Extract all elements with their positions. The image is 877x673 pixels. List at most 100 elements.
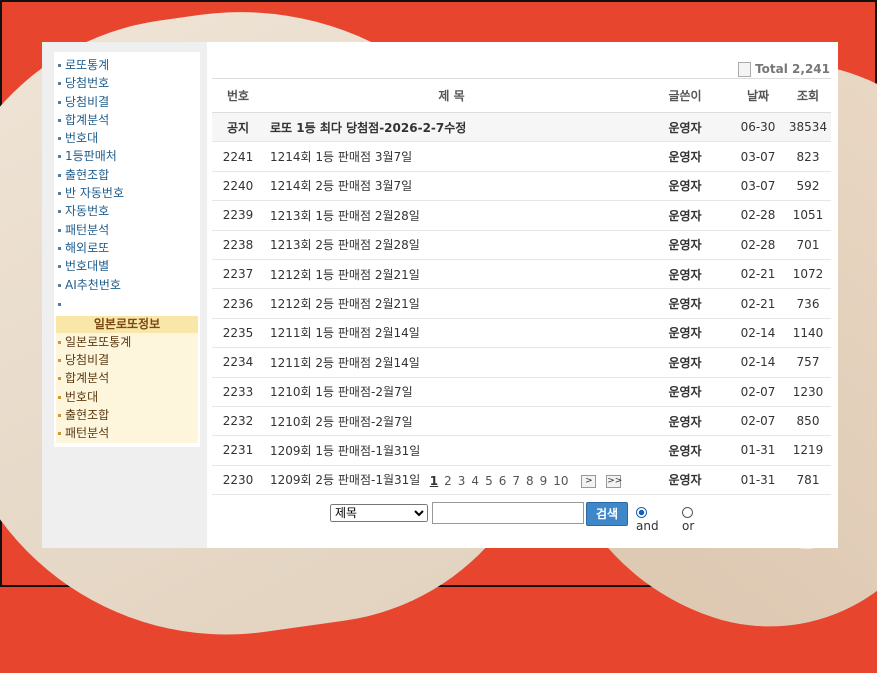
notice-date: 06-30 bbox=[731, 112, 785, 143]
sidebar-item[interactable]: 당첨비결 bbox=[54, 93, 200, 111]
row-date: 02-28 bbox=[731, 200, 785, 231]
row-views: 823 bbox=[785, 141, 831, 172]
japan-sidebar-item[interactable]: 합계분석 bbox=[56, 369, 198, 388]
bullet-icon bbox=[58, 246, 61, 250]
row-title-link[interactable]: 1212회 1등 판매점 2월21일 bbox=[264, 259, 639, 290]
page-link[interactable]: 3 bbox=[458, 474, 466, 488]
notice-title-link[interactable]: 로또 1등 최다 당첨점-2026-2-7수정 bbox=[264, 112, 639, 143]
board-table: 번호 제 목 글쓴이 날짜 조회 공지 로또 1등 최다 당첨점-2026-2-… bbox=[212, 78, 831, 496]
row-author: 운영자 bbox=[639, 171, 731, 202]
row-num: 2234 bbox=[212, 347, 264, 378]
page-link[interactable]: 6 bbox=[499, 474, 507, 488]
notice-author: 운영자 bbox=[639, 112, 731, 143]
japan-lotto-header: 일본로또정보 bbox=[56, 315, 198, 333]
row-title-link[interactable]: 1211회 2등 판매점 2월14일 bbox=[264, 347, 639, 378]
page-link[interactable]: 10 bbox=[553, 474, 568, 488]
page-link[interactable]: 9 bbox=[540, 474, 548, 488]
header-title: 제 목 bbox=[264, 78, 639, 113]
row-date: 02-28 bbox=[731, 230, 785, 260]
radio-or[interactable]: or bbox=[682, 505, 696, 533]
row-title-link[interactable]: 1209회 1등 판매점-1월31일 bbox=[264, 435, 639, 466]
sidebar-item[interactable]: 패턴분석 bbox=[54, 221, 200, 239]
last-page-button[interactable]: >> bbox=[606, 475, 622, 488]
bullet-icon bbox=[58, 118, 61, 122]
search-button[interactable]: 검색 bbox=[586, 502, 628, 526]
table-row[interactable]: 2232 1210회 2등 판매점-2월7일 운영자 02-07 850 bbox=[212, 406, 831, 437]
row-title-link[interactable]: 1210회 2등 판매점-2월7일 bbox=[264, 406, 639, 437]
page-link[interactable]: 1 bbox=[430, 474, 438, 488]
search-input[interactable] bbox=[432, 502, 584, 524]
bullet-icon bbox=[58, 414, 61, 418]
page-link[interactable]: 2 bbox=[444, 474, 452, 488]
bullet-icon bbox=[58, 82, 61, 86]
table-row[interactable]: 2240 1214회 2등 판매점 3월7일 운영자 03-07 592 bbox=[212, 171, 831, 202]
sidebar-item[interactable]: 번호대별 bbox=[54, 257, 200, 275]
japan-sidebar-item[interactable]: 출현조합 bbox=[56, 406, 198, 425]
japan-sidebar-item[interactable]: 패턴분석 bbox=[56, 424, 198, 443]
header-views: 조회 bbox=[785, 78, 831, 113]
table-row[interactable]: 2239 1213회 1등 판매점 2월28일 운영자 02-28 1051 bbox=[212, 200, 831, 231]
next-page-button[interactable]: > bbox=[581, 475, 597, 488]
table-row[interactable]: 2237 1212회 1등 판매점 2월21일 운영자 02-21 1072 bbox=[212, 259, 831, 290]
table-row[interactable]: 2234 1211회 2등 판매점 2월14일 운영자 02-14 757 bbox=[212, 347, 831, 378]
row-title-link[interactable]: 1214회 1등 판매점 3월7일 bbox=[264, 141, 639, 172]
row-views: 1051 bbox=[785, 200, 831, 231]
sidebar-item[interactable]: 자동번호 bbox=[54, 202, 200, 220]
row-title-link[interactable]: 1210회 1등 판매점-2월7일 bbox=[264, 377, 639, 407]
row-num: 2232 bbox=[212, 406, 264, 437]
table-row[interactable]: 2235 1211회 1등 판매점 2월14일 운영자 02-14 1140 bbox=[212, 318, 831, 349]
row-views: 592 bbox=[785, 171, 831, 202]
row-num: 2238 bbox=[212, 230, 264, 260]
page-link[interactable]: 7 bbox=[512, 474, 520, 488]
sidebar-item[interactable]: 로또통계 bbox=[54, 56, 200, 74]
table-row[interactable]: 2238 1213회 2등 판매점 2월28일 운영자 02-28 701 bbox=[212, 230, 831, 260]
row-views: 1230 bbox=[785, 377, 831, 407]
bullet-icon bbox=[58, 64, 61, 67]
table-row[interactable]: 2231 1209회 1등 판매점-1월31일 운영자 01-31 1219 bbox=[212, 435, 831, 466]
row-author: 운영자 bbox=[639, 141, 731, 172]
bullet-icon bbox=[58, 210, 61, 214]
bullet-icon bbox=[58, 155, 61, 159]
header-date: 날짜 bbox=[731, 78, 785, 113]
row-num: 2240 bbox=[212, 171, 264, 202]
row-title-link[interactable]: 1213회 1등 판매점 2월28일 bbox=[264, 200, 639, 231]
row-title-link[interactable]: 1211회 1등 판매점 2월14일 bbox=[264, 318, 639, 349]
japan-sidebar-item[interactable]: 일본로또통계 bbox=[56, 332, 198, 352]
row-title-link[interactable]: 1214회 2등 판매점 3월7일 bbox=[264, 171, 639, 202]
bullet-icon bbox=[58, 432, 61, 436]
page-link[interactable]: 8 bbox=[526, 474, 534, 488]
row-title-link[interactable]: 1213회 2등 판매점 2월28일 bbox=[264, 230, 639, 260]
row-author: 운영자 bbox=[639, 230, 731, 260]
search-field-select[interactable]: 제목 bbox=[330, 504, 428, 522]
table-row[interactable]: 2236 1212회 2등 판매점 2월21일 운영자 02-21 736 bbox=[212, 288, 831, 319]
bullet-icon bbox=[58, 173, 61, 177]
row-num: 2241 bbox=[212, 141, 264, 172]
sidebar-item[interactable]: 당첨번호 bbox=[54, 74, 200, 92]
header-num: 번호 bbox=[212, 78, 264, 113]
row-date: 02-21 bbox=[731, 288, 785, 319]
radio-and[interactable]: and bbox=[636, 505, 659, 533]
sidebar-item[interactable]: 출현조합 bbox=[54, 166, 200, 184]
row-date: 01-31 bbox=[731, 435, 785, 466]
sidebar-item[interactable]: AI추천번호 bbox=[54, 276, 200, 294]
table-row[interactable]: 2241 1214회 1등 판매점 3월7일 운영자 03-07 823 bbox=[212, 141, 831, 172]
row-title-link[interactable]: 1212회 2등 판매점 2월21일 bbox=[264, 288, 639, 319]
table-row[interactable]: 2233 1210회 1등 판매점-2월7일 운영자 02-07 1230 bbox=[212, 377, 831, 407]
sidebar-item[interactable]: 합계분석 bbox=[54, 111, 200, 129]
radio-checked-icon bbox=[636, 507, 647, 518]
bullet-icon bbox=[58, 137, 61, 141]
row-date: 02-07 bbox=[731, 377, 785, 407]
sidebar-item[interactable]: 1등판매처 bbox=[54, 147, 200, 165]
row-views: 736 bbox=[785, 288, 831, 319]
row-views: 850 bbox=[785, 406, 831, 437]
sidebar-item[interactable]: 해외로또 bbox=[54, 239, 200, 257]
japan-sidebar-item[interactable]: 번호대 bbox=[56, 387, 198, 407]
sidebar-item[interactable]: 반 자동번호 bbox=[54, 184, 200, 202]
document-icon bbox=[738, 62, 752, 77]
pagination: 1 2 3 4 5 6 7 8 9 10 > >> bbox=[210, 474, 838, 488]
japan-sidebar-item[interactable]: 당첨비결 bbox=[56, 351, 198, 370]
sidebar-item[interactable]: 번호대 bbox=[54, 129, 200, 147]
page-link[interactable]: 4 bbox=[471, 474, 479, 488]
page-link[interactable]: 5 bbox=[485, 474, 493, 488]
notice-row[interactable]: 공지 로또 1등 최다 당첨점-2026-2-7수정 운영자 06-30 385… bbox=[212, 112, 831, 143]
